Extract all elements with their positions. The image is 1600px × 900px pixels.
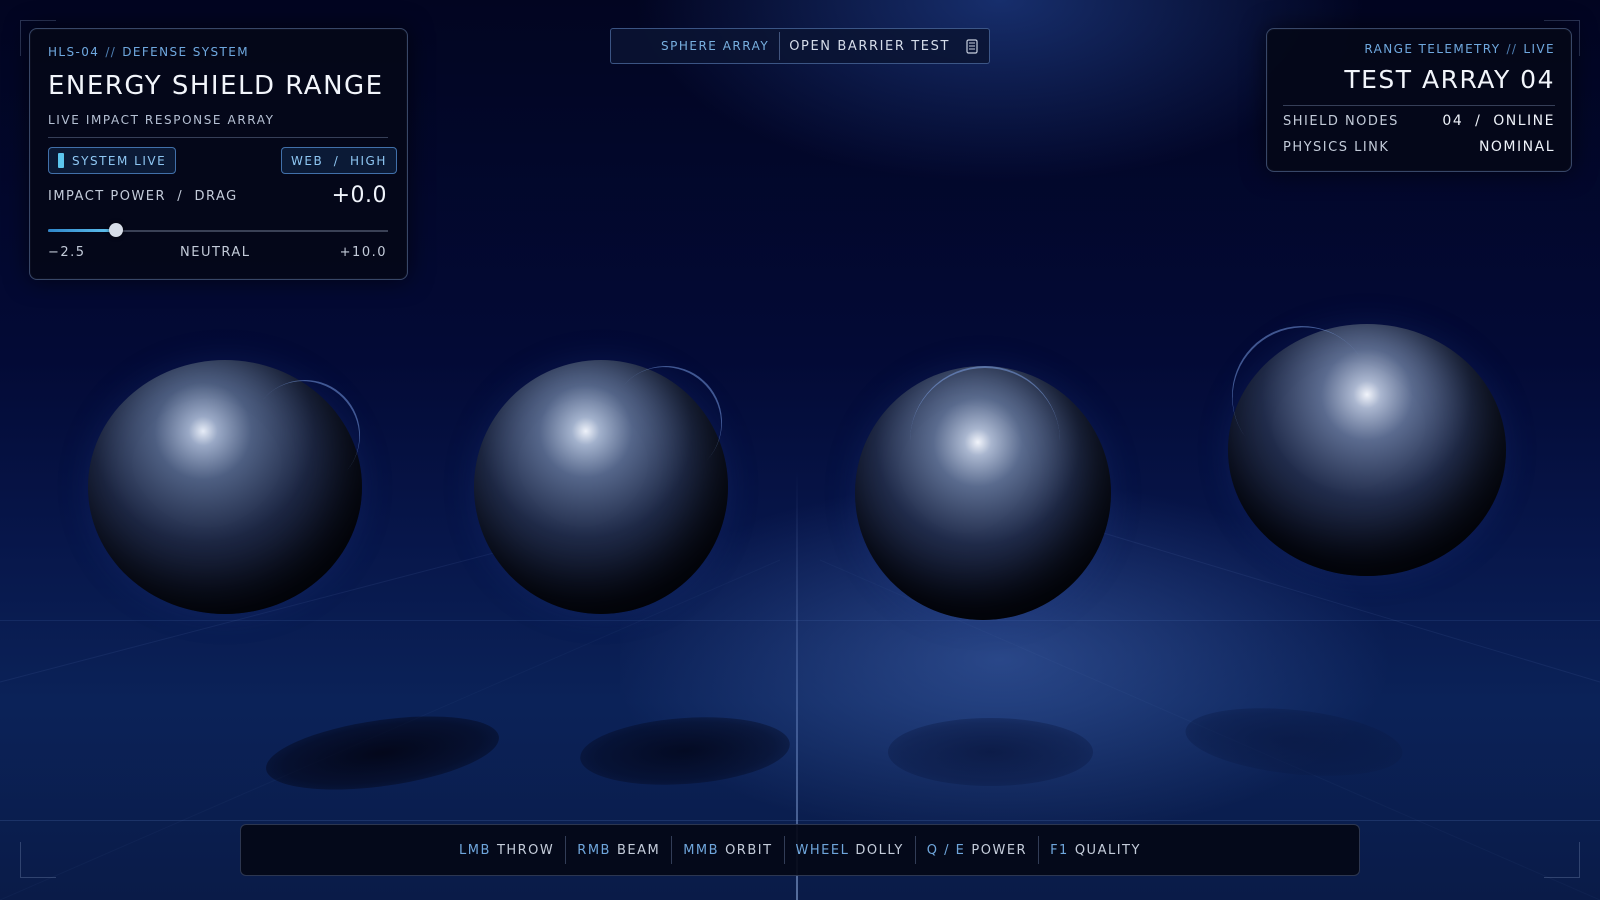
control-key: WHEEL — [795, 842, 850, 858]
slider-min-label: −2.5 — [48, 245, 86, 260]
control-key: Q / E — [926, 842, 966, 858]
control-key: F1 — [1050, 842, 1069, 858]
telemetry-divider — [1283, 105, 1555, 106]
telemetry-kicker: RANGE TELEMETRY // LIVE — [1364, 42, 1555, 56]
controls-bar: LMB THROW RMB BEAM MMB ORBIT WHEEL DOLLY… — [240, 824, 1360, 876]
control-action: POWER — [971, 842, 1028, 858]
control-hint-beam: RMB BEAM — [566, 843, 671, 858]
quality-label: WEB / HIGH — [291, 153, 387, 168]
open-barrier-test-label: OPEN BARRIER TEST — [789, 38, 950, 54]
telemetry-row: PHYSICS LINK NOMINAL — [1283, 139, 1555, 155]
control-action: THROW — [496, 842, 555, 858]
telemetry-row-value: NOMINAL — [1478, 139, 1555, 155]
control-hint-throw: LMB THROW — [448, 843, 565, 858]
control-hint-orbit: MMB ORBIT — [672, 843, 783, 858]
control-action: ORBIT — [725, 842, 773, 858]
impact-power-value: +0.0 — [331, 183, 387, 208]
mode-bar: SPHERE ARRAY OPEN BARRIER TEST — [610, 28, 990, 64]
impact-power-label: IMPACT POWER / DRAG — [48, 189, 238, 204]
live-indicator-icon — [58, 153, 64, 168]
system-code: HLS-04 — [48, 45, 100, 59]
telemetry-title: TEST ARRAY 04 — [1344, 65, 1555, 94]
floor-line — [0, 620, 1600, 621]
control-key: RMB — [577, 842, 611, 858]
kicker-separator: // — [105, 45, 117, 59]
system-live-badge: SYSTEM LIVE — [48, 147, 177, 174]
control-action: QUALITY — [1074, 842, 1141, 858]
control-hint-power: Q / E POWER — [916, 843, 1038, 858]
control-key: MMB — [683, 842, 720, 858]
telemetry-row-label: SHIELD NODES — [1283, 113, 1399, 129]
quality-badge[interactable]: WEB / HIGH — [281, 147, 397, 174]
beaker-icon — [966, 38, 978, 54]
open-barrier-test-button[interactable]: OPEN BARRIER TEST — [780, 39, 978, 54]
system-name: DEFENSE SYSTEM — [122, 45, 249, 59]
frame-corner — [1544, 842, 1580, 878]
telemetry-row-value: 04 / ONLINE — [1442, 113, 1555, 129]
telemetry-row-label: PHYSICS LINK — [1283, 139, 1390, 155]
kicker-separator: // — [1506, 42, 1518, 56]
system-kicker: HLS-04 // DEFENSE SYSTEM — [48, 45, 249, 59]
slider-max-label: +10.0 — [339, 245, 387, 260]
control-hint-quality: F1 QUALITY — [1039, 843, 1152, 858]
telemetry-row: SHIELD NODES 04 / ONLINE — [1283, 113, 1555, 129]
control-action: DOLLY — [855, 842, 904, 858]
control-hint-dolly: WHEEL DOLLY — [785, 843, 915, 858]
slider-mid-label: NEUTRAL — [180, 245, 251, 260]
system-live-label: SYSTEM LIVE — [72, 153, 167, 168]
control-action: BEAM — [616, 842, 661, 858]
sphere-rim-light — [910, 366, 1060, 516]
system-panel: HLS-04 // DEFENSE SYSTEM ENERGY SHIELD RAN… — [29, 28, 408, 280]
control-key: LMB — [459, 842, 491, 858]
telemetry-label: RANGE TELEMETRY — [1364, 42, 1501, 56]
page-title: ENERGY SHIELD RANGE — [48, 71, 384, 101]
impact-power-slider-thumb[interactable] — [109, 223, 123, 237]
panel-divider — [48, 137, 388, 138]
frame-corner — [20, 842, 56, 878]
telemetry-panel: RANGE TELEMETRY // LIVE TEST ARRAY 04 SHIE… — [1266, 28, 1572, 172]
page-subtitle: LIVE IMPACT RESPONSE ARRAY — [48, 113, 275, 127]
telemetry-status: LIVE — [1523, 42, 1555, 56]
sphere-shadow — [888, 718, 1093, 786]
impact-power-slider-fill — [48, 229, 116, 232]
mode-label[interactable]: SPHERE ARRAY — [611, 39, 779, 53]
floor-line — [0, 820, 1600, 821]
